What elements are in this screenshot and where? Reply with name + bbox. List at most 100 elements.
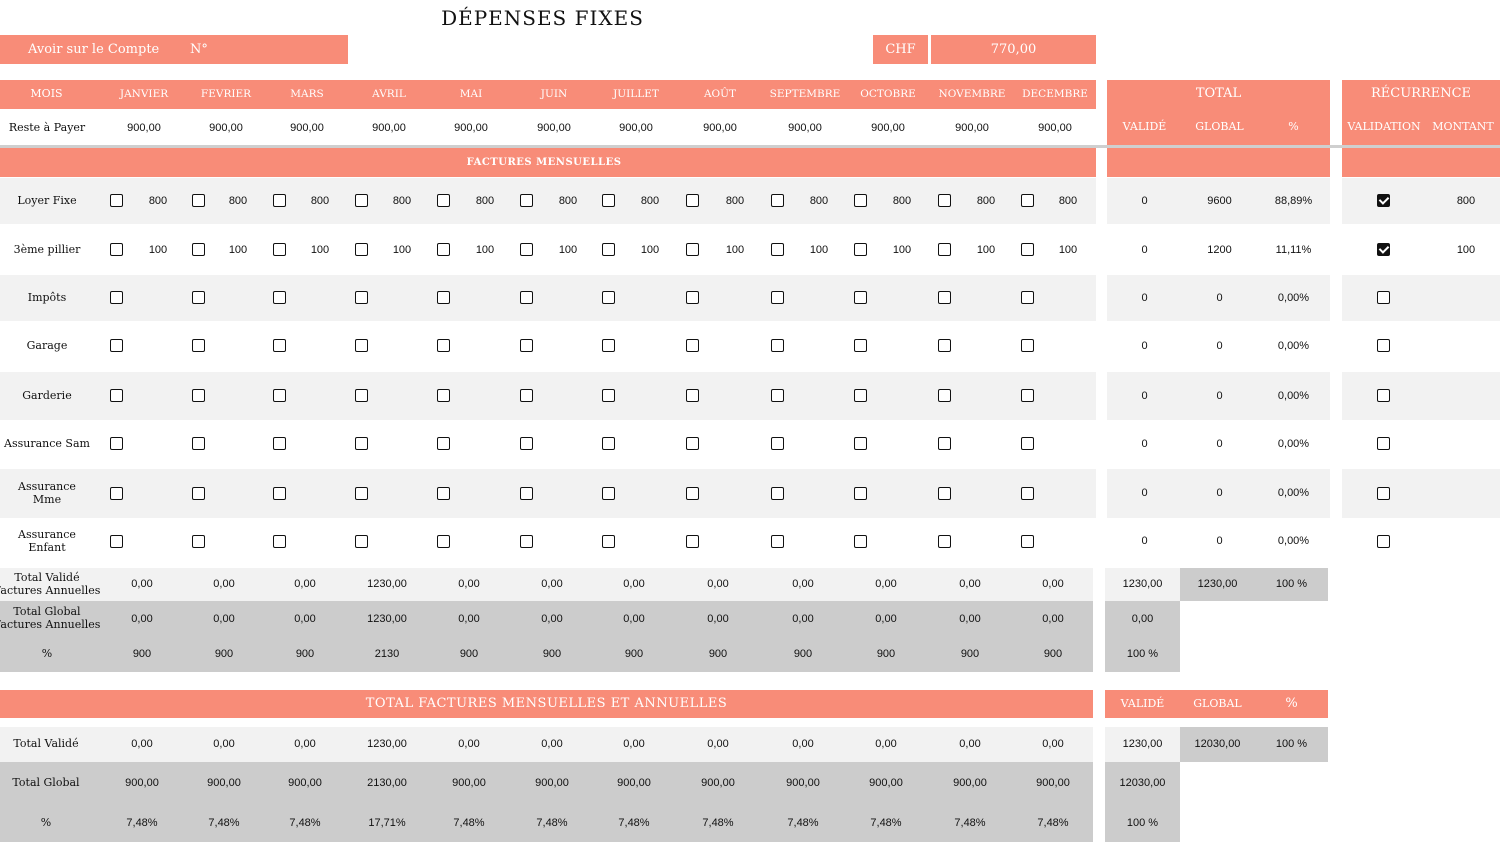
month-paid-checkbox[interactable] (938, 194, 951, 207)
month-paid-checkbox[interactable] (437, 194, 450, 207)
month-paid-checkbox[interactable] (437, 243, 450, 256)
recurrence-checkbox[interactable] (1377, 534, 1390, 548)
month-paid-checkbox[interactable] (938, 389, 951, 402)
month-paid-checkbox[interactable] (110, 534, 123, 548)
month-paid-checkbox[interactable] (771, 389, 784, 402)
month-paid-checkbox[interactable] (273, 534, 286, 548)
month-paid-checkbox[interactable] (602, 437, 615, 450)
month-paid-checkbox[interactable] (192, 339, 205, 352)
month-paid-checkbox[interactable] (854, 291, 867, 304)
recurrence-checkbox[interactable] (1377, 437, 1390, 450)
month-paid-checkbox[interactable] (854, 339, 867, 352)
month-paid-checkbox[interactable] (437, 389, 450, 402)
month-paid-checkbox[interactable] (602, 534, 615, 548)
month-paid-checkbox[interactable] (273, 291, 286, 304)
month-paid-checkbox[interactable] (520, 194, 533, 207)
month-paid-checkbox[interactable] (1021, 534, 1034, 548)
month-paid-checkbox[interactable] (686, 534, 699, 548)
month-paid-checkbox[interactable] (355, 534, 368, 548)
month-paid-checkbox[interactable] (273, 486, 286, 500)
month-paid-checkbox[interactable] (437, 486, 450, 500)
month-paid-checkbox[interactable] (686, 339, 699, 352)
month-paid-checkbox[interactable] (1021, 486, 1034, 500)
month-paid-checkbox[interactable] (771, 534, 784, 548)
recurrence-checkbox[interactable] (1377, 243, 1390, 256)
month-paid-checkbox[interactable] (771, 339, 784, 352)
month-paid-checkbox[interactable] (938, 437, 951, 450)
month-paid-checkbox[interactable] (1021, 339, 1034, 352)
month-paid-checkbox[interactable] (192, 486, 205, 500)
month-paid-checkbox[interactable] (355, 194, 368, 207)
account-amount-field[interactable]: 770,00 (931, 35, 1096, 64)
month-paid-checkbox[interactable] (110, 194, 123, 207)
month-paid-checkbox[interactable] (938, 339, 951, 352)
month-paid-checkbox[interactable] (192, 534, 205, 548)
month-paid-checkbox[interactable] (110, 389, 123, 402)
month-paid-checkbox[interactable] (938, 243, 951, 256)
month-paid-checkbox[interactable] (1021, 194, 1034, 207)
month-paid-checkbox[interactable] (1021, 243, 1034, 256)
month-paid-checkbox[interactable] (273, 243, 286, 256)
month-paid-checkbox[interactable] (355, 339, 368, 352)
recurrence-checkbox[interactable] (1377, 291, 1390, 304)
month-paid-checkbox[interactable] (437, 339, 450, 352)
month-paid-checkbox[interactable] (771, 437, 784, 450)
month-paid-checkbox[interactable] (355, 437, 368, 450)
month-paid-checkbox[interactable] (854, 194, 867, 207)
recurrence-checkbox[interactable] (1377, 486, 1390, 500)
month-paid-checkbox[interactable] (355, 291, 368, 304)
month-paid-checkbox[interactable] (1021, 437, 1034, 450)
month-paid-checkbox[interactable] (602, 339, 615, 352)
recurrence-checkbox[interactable] (1377, 389, 1390, 402)
month-paid-checkbox[interactable] (192, 291, 205, 304)
month-paid-checkbox[interactable] (110, 437, 123, 450)
month-paid-checkbox[interactable] (192, 437, 205, 450)
month-paid-checkbox[interactable] (602, 291, 615, 304)
month-paid-checkbox[interactable] (437, 534, 450, 548)
month-paid-checkbox[interactable] (273, 437, 286, 450)
month-paid-checkbox[interactable] (686, 389, 699, 402)
month-paid-checkbox[interactable] (854, 534, 867, 548)
month-paid-checkbox[interactable] (1021, 389, 1034, 402)
month-paid-checkbox[interactable] (771, 194, 784, 207)
month-paid-checkbox[interactable] (938, 486, 951, 500)
month-paid-checkbox[interactable] (355, 243, 368, 256)
recurrence-checkbox[interactable] (1377, 339, 1390, 352)
month-paid-checkbox[interactable] (192, 389, 205, 402)
month-paid-checkbox[interactable] (686, 291, 699, 304)
month-paid-checkbox[interactable] (110, 339, 123, 352)
month-paid-checkbox[interactable] (273, 194, 286, 207)
month-paid-checkbox[interactable] (437, 437, 450, 450)
month-paid-checkbox[interactable] (938, 534, 951, 548)
month-paid-checkbox[interactable] (686, 437, 699, 450)
month-paid-checkbox[interactable] (520, 339, 533, 352)
month-paid-checkbox[interactable] (520, 389, 533, 402)
month-paid-checkbox[interactable] (355, 389, 368, 402)
month-paid-checkbox[interactable] (771, 243, 784, 256)
month-paid-checkbox[interactable] (110, 486, 123, 500)
month-paid-checkbox[interactable] (520, 437, 533, 450)
month-paid-checkbox[interactable] (1021, 291, 1034, 304)
month-paid-checkbox[interactable] (520, 534, 533, 548)
month-paid-checkbox[interactable] (686, 486, 699, 500)
month-paid-checkbox[interactable] (192, 243, 205, 256)
month-paid-checkbox[interactable] (602, 486, 615, 500)
month-paid-checkbox[interactable] (854, 486, 867, 500)
month-paid-checkbox[interactable] (854, 243, 867, 256)
month-paid-checkbox[interactable] (938, 291, 951, 304)
month-paid-checkbox[interactable] (110, 291, 123, 304)
month-paid-checkbox[interactable] (355, 486, 368, 500)
month-paid-checkbox[interactable] (273, 339, 286, 352)
month-paid-checkbox[interactable] (771, 486, 784, 500)
month-paid-checkbox[interactable] (520, 486, 533, 500)
month-paid-checkbox[interactable] (192, 194, 205, 207)
month-paid-checkbox[interactable] (854, 437, 867, 450)
month-paid-checkbox[interactable] (437, 291, 450, 304)
month-paid-checkbox[interactable] (686, 194, 699, 207)
month-paid-checkbox[interactable] (520, 291, 533, 304)
month-paid-checkbox[interactable] (602, 389, 615, 402)
month-paid-checkbox[interactable] (854, 389, 867, 402)
month-paid-checkbox[interactable] (520, 243, 533, 256)
month-paid-checkbox[interactable] (771, 291, 784, 304)
month-paid-checkbox[interactable] (602, 243, 615, 256)
